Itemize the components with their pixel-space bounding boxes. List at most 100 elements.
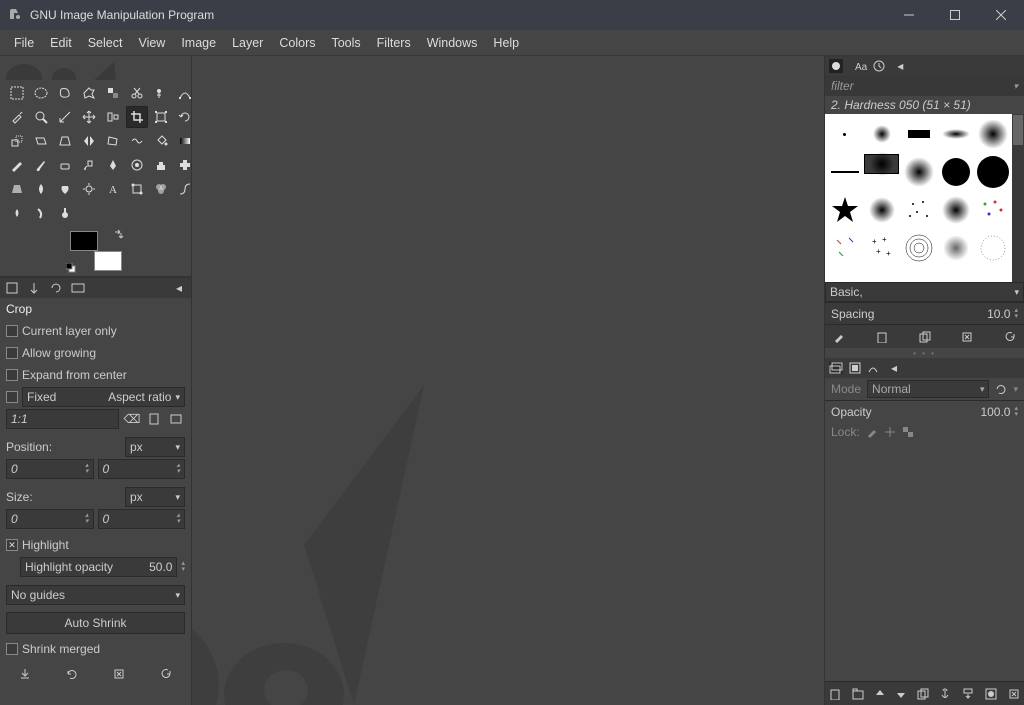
brush-item[interactable]: ++++ <box>864 230 899 266</box>
menu-edit[interactable]: Edit <box>42 36 80 50</box>
landscape-icon[interactable] <box>167 411 185 427</box>
position-unit-select[interactable]: px▾ <box>125 437 185 457</box>
tool-color-3[interactable] <box>54 202 76 224</box>
menu-select[interactable]: Select <box>80 36 131 50</box>
lock-alpha-icon[interactable] <box>902 426 914 438</box>
pos-y-input[interactable]: 0▴▾ <box>98 459 186 479</box>
duplicate-layer-icon[interactable] <box>917 688 929 700</box>
brush-item[interactable] <box>901 116 936 152</box>
current-layer-only-check[interactable] <box>6 325 18 337</box>
tool-by-color-select[interactable] <box>102 82 124 104</box>
shrink-merged-check[interactable] <box>6 643 18 655</box>
new-group-icon[interactable] <box>852 688 864 700</box>
mode-select[interactable]: Normal▾ <box>867 380 989 398</box>
brush-item[interactable] <box>975 116 1010 152</box>
tool-clone[interactable] <box>150 154 172 176</box>
menu-file[interactable]: File <box>6 36 42 50</box>
tool-fuzzy-select[interactable] <box>78 82 100 104</box>
mask-icon[interactable] <box>985 688 997 700</box>
device-status-tab[interactable] <box>26 280 42 296</box>
tool-ink[interactable] <box>102 154 124 176</box>
brush-item[interactable] <box>827 116 862 152</box>
menu-layer[interactable]: Layer <box>224 36 271 50</box>
tool-flip[interactable] <box>78 130 100 152</box>
expand-center-check[interactable] <box>6 369 18 381</box>
brush-item[interactable] <box>938 116 973 152</box>
panel-grip[interactable]: • • • <box>825 348 1024 358</box>
brush-item[interactable] <box>901 154 936 190</box>
canvas-area[interactable] <box>192 56 824 705</box>
guides-select[interactable]: No guides▾ <box>6 585 185 605</box>
delete-brush-icon[interactable] <box>959 329 975 345</box>
highlight-opacity-slider[interactable]: Highlight opacity 50.0 <box>20 557 177 577</box>
reset-options-icon[interactable] <box>157 666 175 682</box>
menu-tools[interactable]: Tools <box>323 36 368 50</box>
close-button[interactable] <box>978 0 1024 30</box>
merge-down-icon[interactable] <box>962 688 974 700</box>
portrait-icon[interactable] <box>145 411 163 427</box>
anchor-layer-icon[interactable] <box>939 688 951 700</box>
tool-paintbrush[interactable] <box>30 154 52 176</box>
menu-image[interactable]: Image <box>173 36 224 50</box>
allow-growing-check[interactable] <box>6 347 18 359</box>
brush-item[interactable] <box>938 230 973 266</box>
lock-position-icon[interactable] <box>884 426 896 438</box>
brush-item[interactable] <box>901 192 936 228</box>
duplicate-brush-icon[interactable] <box>917 329 933 345</box>
clear-ratio-icon[interactable]: ⌫ <box>123 411 141 427</box>
fixed-mode-select[interactable]: Fixed Aspect ratio▾ <box>22 387 185 407</box>
tool-blur[interactable] <box>30 178 52 200</box>
lock-pixels-icon[interactable] <box>866 426 878 438</box>
paths-tab[interactable] <box>867 362 879 374</box>
tab-menu-icon[interactable]: ◂ <box>171 280 187 296</box>
tool-scissors[interactable] <box>126 82 148 104</box>
fonts-tab[interactable]: Aa <box>855 59 867 73</box>
undo-history-tab[interactable] <box>48 280 64 296</box>
tool-pencil[interactable] <box>6 154 28 176</box>
restore-options-icon[interactable] <box>63 666 81 682</box>
brush-item[interactable] <box>938 154 973 190</box>
menu-view[interactable]: View <box>130 36 173 50</box>
tool-text[interactable]: A <box>102 178 124 200</box>
tool-options-tab[interactable] <box>4 280 20 296</box>
maximize-button[interactable] <box>932 0 978 30</box>
tool-scale[interactable] <box>6 130 28 152</box>
tool-handle-transform[interactable] <box>126 178 148 200</box>
menu-filters[interactable]: Filters <box>369 36 419 50</box>
tool-warp[interactable] <box>126 130 148 152</box>
pos-x-input[interactable]: 0▴▾ <box>6 459 94 479</box>
tool-perspective[interactable] <box>54 130 76 152</box>
ratio-input[interactable]: 1:1 <box>6 409 119 429</box>
bg-color-swatch[interactable] <box>94 251 122 271</box>
brush-item[interactable] <box>975 230 1010 266</box>
tool-dodge[interactable] <box>78 178 100 200</box>
tool-color-picker[interactable] <box>6 106 28 128</box>
tool-unified-transform[interactable] <box>150 106 172 128</box>
auto-shrink-button[interactable]: Auto Shrink <box>6 612 185 634</box>
brush-filter-input[interactable]: filter▾ <box>825 76 1024 96</box>
tool-perspective-clone[interactable] <box>6 178 28 200</box>
delete-options-icon[interactable] <box>110 666 128 682</box>
tool-move[interactable] <box>78 106 100 128</box>
menu-colors[interactable]: Colors <box>271 36 323 50</box>
brush-item[interactable] <box>864 192 899 228</box>
size-w-input[interactable]: 0▴▾ <box>6 509 94 529</box>
delete-layer-icon[interactable] <box>1008 688 1020 700</box>
fg-bg-colors[interactable] <box>4 226 187 276</box>
brush-item[interactable] <box>827 154 862 190</box>
tool-color-2[interactable] <box>30 202 52 224</box>
document-history-tab[interactable] <box>873 60 885 72</box>
tool-airbrush[interactable] <box>78 154 100 176</box>
tool-shear[interactable] <box>30 130 52 152</box>
brush-item[interactable] <box>827 230 862 266</box>
tool-cage[interactable] <box>102 130 124 152</box>
tool-color-balance[interactable] <box>150 178 172 200</box>
brush-item[interactable] <box>901 230 936 266</box>
tool-rect-select[interactable] <box>6 82 28 104</box>
layers-tab[interactable] <box>829 362 843 374</box>
highlight-check[interactable] <box>6 539 18 551</box>
opacity-slider[interactable]: Opacity 100.0▴▾ <box>825 400 1024 422</box>
menu-help[interactable]: Help <box>485 36 527 50</box>
layer-tab-menu-icon[interactable]: ◂ <box>891 361 897 375</box>
tool-measure[interactable] <box>54 106 76 128</box>
